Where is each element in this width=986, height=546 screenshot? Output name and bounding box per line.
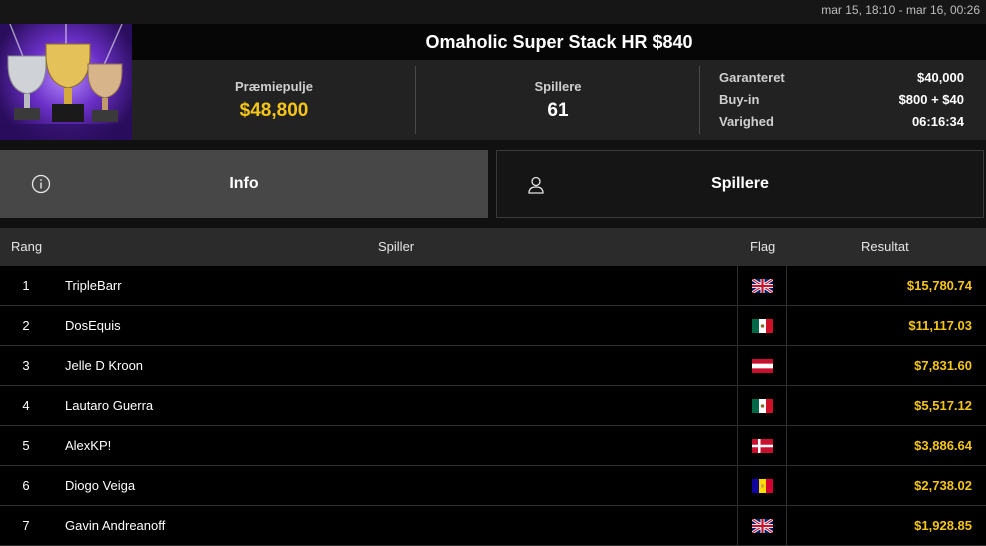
- detail-buyin: Buy-in $800 + $40: [719, 88, 964, 110]
- table-row[interactable]: 7 Gavin Andreanoff $1,928.85: [0, 506, 986, 546]
- result-cell: $7,831.60: [914, 358, 972, 373]
- mx-flag-icon: [751, 318, 773, 333]
- player-cell: AlexKP!: [65, 438, 112, 453]
- tab-info[interactable]: Info: [0, 150, 488, 218]
- tab-players[interactable]: Spillere: [496, 150, 984, 218]
- flag-cell: [737, 346, 787, 385]
- user-icon: [528, 176, 544, 194]
- players-count-block: Spillere 61: [416, 60, 700, 140]
- result-cell: $5,517.12: [914, 398, 972, 413]
- player-cell: Lautaro Guerra: [65, 398, 154, 413]
- header-player: Spiller: [378, 239, 415, 254]
- prizepool-value: $48,800: [239, 99, 309, 121]
- header-rank: Rang: [11, 239, 43, 254]
- player-cell: Gavin Andreanoff: [65, 518, 166, 533]
- table-row[interactable]: 2 DosEquis $11,117.03: [0, 306, 986, 346]
- result-cell: $2,738.02: [914, 478, 972, 493]
- prizepool-label: Præmiepulje: [234, 78, 314, 94]
- flag-cell: [737, 386, 787, 425]
- header-result: Resultat: [861, 239, 909, 254]
- flag-cell: [737, 306, 787, 345]
- player-cell: Diogo Veiga: [65, 478, 136, 493]
- results-table: 1 TripleBarr $15,780.74 2 DosEquis $11,1…: [0, 266, 986, 546]
- table-row[interactable]: 5 AlexKP! $3,886.64: [0, 426, 986, 466]
- gb-flag-icon: [751, 278, 773, 293]
- mx-flag-icon: [751, 398, 773, 413]
- result-cell: $11,117.03: [908, 318, 972, 333]
- detail-label: Buy-in: [719, 91, 760, 107]
- result-cell: $1,928.85: [914, 518, 972, 533]
- player-cell: DosEquis: [65, 318, 121, 333]
- result-cell: $3,886.64: [914, 438, 972, 453]
- detail-value: $40,000: [917, 69, 964, 85]
- tournament-date-range: mar 15, 18:10 - mar 16, 00:26: [0, 0, 986, 24]
- prizepool-block: Præmiepulje $48,800: [132, 60, 416, 140]
- rank-cell: 4: [22, 398, 30, 413]
- tab-info-label: Info: [229, 175, 259, 192]
- result-cell: $15,780.74: [906, 278, 972, 293]
- results-table-header: Rang Spiller Flag Resultat: [0, 228, 986, 266]
- header-flag: Flag: [750, 239, 776, 254]
- tournament-stats: Præmiepulje $48,800 Spillere 61 Garanter…: [132, 60, 986, 140]
- detail-label: Varighed: [719, 113, 774, 129]
- detail-value: 06:16:34: [911, 113, 964, 129]
- players-count-label: Spillere: [534, 78, 582, 94]
- gb-flag-icon: [751, 518, 773, 533]
- players-count-value: 61: [547, 99, 569, 121]
- rank-cell: 5: [22, 438, 30, 453]
- table-row[interactable]: 1 TripleBarr $15,780.74: [0, 266, 986, 306]
- info-icon: [31, 174, 51, 194]
- rank-cell: 3: [22, 358, 30, 373]
- detail-value: $800 + $40: [898, 91, 964, 107]
- flag-cell: [737, 266, 787, 305]
- rank-cell: 7: [22, 518, 30, 533]
- detail-guaranteed: Garanteret $40,000: [719, 66, 964, 88]
- table-row[interactable]: 3 Jelle D Kroon $7,831.60: [0, 346, 986, 386]
- table-row[interactable]: 6 Diogo Veiga $2,738.02: [0, 466, 986, 506]
- trophies-image: [0, 24, 132, 140]
- player-cell: TripleBarr: [65, 278, 122, 293]
- detail-label: Garanteret: [719, 69, 785, 85]
- ad-flag-icon: [751, 478, 773, 493]
- flag-cell: [737, 426, 787, 465]
- table-row[interactable]: 4 Lautaro Guerra $5,517.12: [0, 386, 986, 426]
- at-flag-icon: [751, 358, 773, 373]
- player-cell: Jelle D Kroon: [65, 358, 144, 373]
- detail-duration: Varighed 06:16:34: [719, 110, 964, 132]
- divider: [699, 66, 700, 134]
- tournament-header: Omaholic Super Stack HR $840 Præmiepulje…: [0, 24, 986, 140]
- flag-cell: [737, 506, 787, 545]
- flag-cell: [737, 466, 787, 505]
- tournament-title: Omaholic Super Stack HR $840: [132, 24, 986, 60]
- rank-cell: 2: [22, 318, 30, 333]
- rank-cell: 6: [22, 478, 30, 493]
- dk-flag-icon: [751, 438, 773, 453]
- tab-players-label: Spillere: [711, 175, 769, 192]
- rank-cell: 1: [22, 278, 30, 293]
